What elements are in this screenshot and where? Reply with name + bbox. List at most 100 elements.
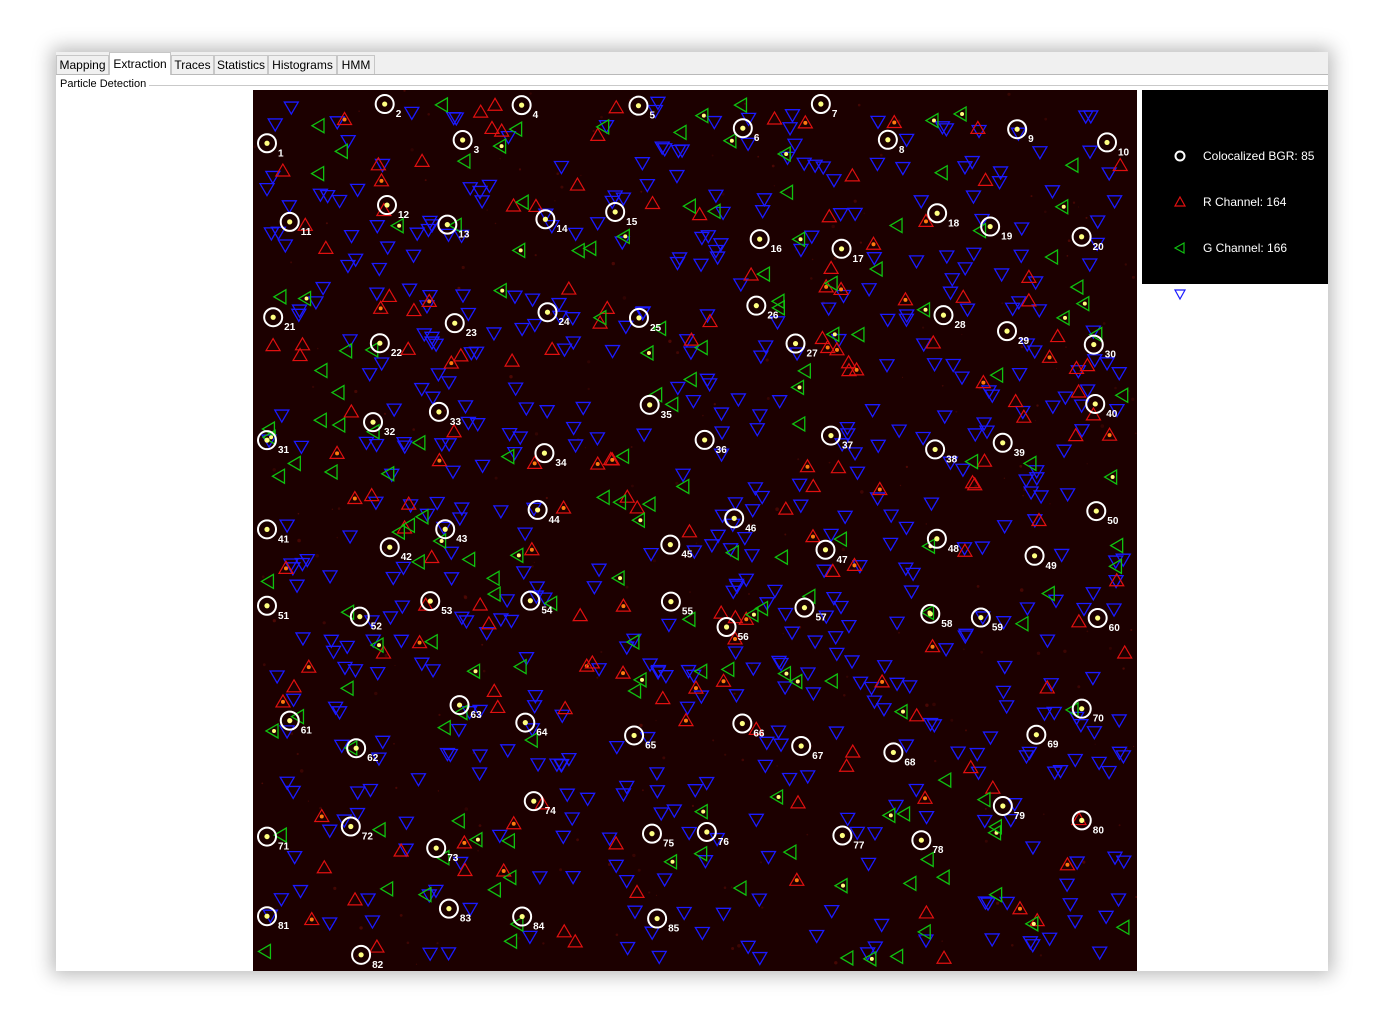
b-channel-marker <box>1111 746 1128 761</box>
b-channel-marker <box>687 784 704 798</box>
r-channel-marker <box>316 859 333 874</box>
tab-traces[interactable]: Traces <box>171 55 214 74</box>
b-channel-marker <box>1105 603 1123 618</box>
r-channel-marker <box>654 690 671 705</box>
r-channel-marker <box>766 110 783 125</box>
b-channel-marker <box>485 327 503 342</box>
colocalized-spot <box>1079 706 1085 712</box>
background-speckle <box>437 790 440 792</box>
r-channel-marker <box>984 779 1001 794</box>
background-speckle <box>331 508 334 510</box>
b-channel-marker <box>771 395 788 409</box>
particle-image-viewer[interactable]: 1 2 3 4 5 6 7 8 9 10 11 12 13 14 15 16 17 18 19 20 21 22 23 24 2… <box>253 90 1137 971</box>
tab-histograms[interactable]: Histograms <box>268 55 337 74</box>
b-channel-marker <box>949 746 967 761</box>
g-spot <box>670 859 675 864</box>
colocalized-label: 61 <box>301 726 313 737</box>
b-channel-marker <box>331 194 348 209</box>
b-channel-marker <box>575 401 592 416</box>
b-channel-marker <box>751 893 768 908</box>
b-channel-marker <box>516 527 534 542</box>
r-channel-marker <box>343 403 360 418</box>
tab-mapping[interactable]: Mapping <box>56 55 109 74</box>
background-speckle <box>880 153 883 157</box>
g-channel-marker <box>779 184 794 201</box>
colocalized-label: 30 <box>1105 350 1117 361</box>
background-speckle <box>857 103 861 107</box>
colocalized-spot <box>287 219 293 225</box>
background-speckle <box>393 743 395 745</box>
tab-statistics[interactable]: Statistics <box>214 55 268 74</box>
b-channel-marker <box>278 519 296 534</box>
g-spot <box>729 138 734 143</box>
background-speckle <box>731 947 735 950</box>
background-speckle <box>766 397 770 400</box>
background-speckle <box>403 90 406 92</box>
b-channel-marker <box>698 776 715 791</box>
b-channel-marker <box>440 376 458 391</box>
colocalized-spot <box>704 829 710 835</box>
b-channel-marker <box>526 318 543 333</box>
background-speckle <box>1122 667 1125 670</box>
background-speckle <box>1072 201 1076 204</box>
b-channel-marker <box>699 373 716 388</box>
background-speckle <box>648 891 651 894</box>
colocalized-spot <box>792 340 799 347</box>
b-channel-marker <box>965 247 982 262</box>
b-channel-marker <box>1004 302 1021 317</box>
g-channel-marker <box>264 722 279 740</box>
tab-hmm[interactable]: HMM <box>337 55 375 74</box>
background-speckle <box>600 650 603 654</box>
b-channel-marker <box>618 641 635 656</box>
b-channel-marker <box>321 824 338 839</box>
background-speckle <box>1077 206 1080 208</box>
background-speckle <box>941 940 944 943</box>
g-spot <box>923 307 928 312</box>
background-speckle <box>765 358 769 362</box>
b-channel-marker <box>471 767 488 782</box>
background-speckle <box>518 168 522 171</box>
background-speckle <box>436 942 439 945</box>
b-channel-marker <box>713 426 731 441</box>
colocalized-label: 2 <box>396 109 402 120</box>
colocalized-spot <box>1014 126 1020 132</box>
colocalized-label: 6 <box>754 133 760 144</box>
legend-r-count: 164 <box>1266 195 1287 209</box>
b-channel-marker <box>974 541 991 556</box>
r-channel-marker <box>977 172 994 186</box>
b-channel-marker <box>692 258 710 273</box>
colocalized-label: 57 <box>815 613 827 624</box>
background-speckle <box>662 756 666 760</box>
b-channel-marker <box>897 562 914 577</box>
b-channel-marker <box>894 161 911 176</box>
b-channel-marker <box>876 660 893 675</box>
background-speckle <box>477 849 479 852</box>
tab-extraction[interactable]: Extraction <box>109 52 171 75</box>
g-spot <box>888 813 893 818</box>
b-channel-marker <box>382 611 399 626</box>
b-channel-marker <box>836 510 854 525</box>
background-speckle <box>1042 813 1045 816</box>
b-channel-marker <box>651 950 668 965</box>
g-spot <box>473 669 478 674</box>
g-channel-marker <box>797 362 811 380</box>
g-spot <box>869 956 874 961</box>
b-channel-marker <box>766 584 784 599</box>
background-speckle <box>461 265 465 270</box>
background-speckle <box>640 190 643 193</box>
legend-g-text: G Channel: 166 <box>1203 241 1287 255</box>
r-channel-marker <box>727 609 744 624</box>
background-speckle <box>905 465 909 469</box>
g-spot <box>931 118 936 123</box>
background-speckle <box>1134 432 1137 435</box>
b-channel-marker <box>564 870 582 885</box>
b-channel-marker <box>618 874 635 889</box>
background-speckle <box>652 559 656 563</box>
background-speckle <box>383 549 387 552</box>
g-channel-marker <box>502 869 517 886</box>
particle-overlay[interactable]: 1234 5678910111213 14151617181920212223242… <box>253 90 1137 971</box>
background-speckle <box>1085 216 1088 219</box>
colocalized-label: 16 <box>771 244 783 255</box>
b-channel-marker <box>860 857 877 872</box>
g-channel-marker <box>500 448 515 465</box>
